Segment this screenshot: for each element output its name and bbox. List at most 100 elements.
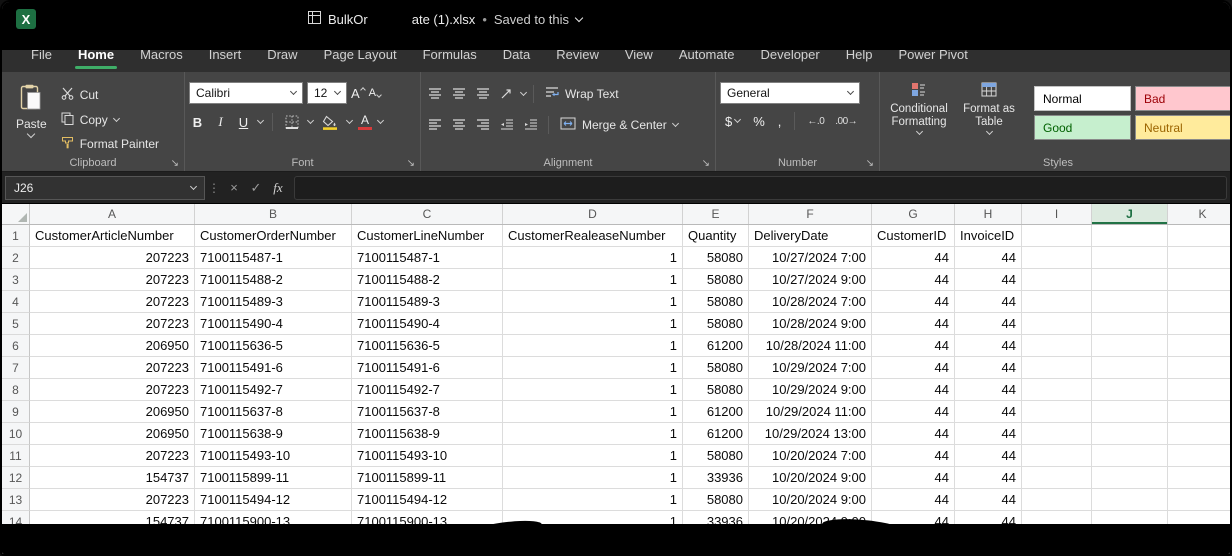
paste-button[interactable]: Paste <box>6 78 57 155</box>
cell-H3[interactable]: 44 <box>955 269 1022 291</box>
cell-K6[interactable] <box>1168 335 1230 357</box>
cell-H8[interactable]: 44 <box>955 379 1022 401</box>
cell-C5[interactable]: 7100115490-4 <box>352 313 503 335</box>
cell-C1[interactable]: CustomerLineNumber <box>352 225 503 247</box>
cell-G8[interactable]: 44 <box>872 379 955 401</box>
font-color-button[interactable]: A <box>358 114 372 130</box>
cell-F6[interactable]: 10/28/2024 11:00 <box>749 335 872 357</box>
underline-dropdown-icon[interactable] <box>257 117 264 124</box>
cell-D12[interactable]: 1 <box>503 467 683 489</box>
cell-I5[interactable] <box>1022 313 1092 335</box>
cell-J10[interactable] <box>1092 423 1168 445</box>
cell-B10[interactable]: 7100115638-9 <box>195 423 352 445</box>
cell-F8[interactable]: 10/29/2024 9:00 <box>749 379 872 401</box>
decrease-decimal-button[interactable]: .00→ <box>833 116 859 127</box>
cell-J4[interactable] <box>1092 291 1168 313</box>
ribbon-tab-macros[interactable]: Macros <box>127 36 196 72</box>
align-bottom-button[interactable] <box>473 84 493 104</box>
cell-H4[interactable]: 44 <box>955 291 1022 313</box>
fill-color-button[interactable] <box>319 112 341 132</box>
cell-F10[interactable]: 10/29/2024 13:00 <box>749 423 872 445</box>
cell-B8[interactable]: 7100115492-7 <box>195 379 352 401</box>
paste-dropdown-icon[interactable] <box>27 130 35 138</box>
cell-J7[interactable] <box>1092 357 1168 379</box>
ribbon-tab-help[interactable]: Help <box>833 36 886 72</box>
number-dialog-launcher[interactable]: ↘ <box>866 159 874 169</box>
cell-H12[interactable]: 44 <box>955 467 1022 489</box>
cell-F1[interactable]: DeliveryDate <box>749 225 872 247</box>
cell-I12[interactable] <box>1022 467 1092 489</box>
decrease-font-size-button[interactable]: A <box>369 87 381 99</box>
column-header-I[interactable]: I <box>1022 204 1092 224</box>
cell-I14[interactable] <box>1022 511 1092 533</box>
column-header-H[interactable]: H <box>955 204 1022 224</box>
cell-A6[interactable]: 206950 <box>30 335 195 357</box>
cell-K1[interactable] <box>1168 225 1230 247</box>
insert-function-button[interactable]: fx <box>267 180 289 196</box>
ribbon-tab-insert[interactable]: Insert <box>196 36 255 72</box>
cell-I9[interactable] <box>1022 401 1092 423</box>
cell-C3[interactable]: 7100115488-2 <box>352 269 503 291</box>
enter-button[interactable]: ✓ <box>245 180 267 196</box>
cell-K12[interactable] <box>1168 467 1230 489</box>
increase-decimal-button[interactable]: ←.0 <box>805 116 826 127</box>
row-header-8[interactable]: 8 <box>2 379 30 401</box>
borders-button[interactable] <box>282 112 302 132</box>
row-header-13[interactable]: 13 <box>2 489 30 511</box>
cell-J13[interactable] <box>1092 489 1168 511</box>
cell-D11[interactable]: 1 <box>503 445 683 467</box>
cell-A12[interactable]: 154737 <box>30 467 195 489</box>
cell-H2[interactable]: 44 <box>955 247 1022 269</box>
cell-style-bad[interactable]: Bad <box>1135 86 1232 111</box>
row-header-5[interactable]: 5 <box>2 313 30 335</box>
cell-K4[interactable] <box>1168 291 1230 313</box>
fill-color-dropdown-icon[interactable] <box>346 117 353 124</box>
format-painter-button[interactable]: Format Painter <box>57 133 163 155</box>
search-box[interactable] <box>852 6 1084 31</box>
cell-style-normal[interactable]: Normal <box>1034 86 1131 111</box>
font-name-select[interactable]: Calibri <box>189 82 303 104</box>
cell-C10[interactable]: 7100115638-9 <box>352 423 503 445</box>
cell-D5[interactable]: 1 <box>503 313 683 335</box>
cell-G10[interactable]: 44 <box>872 423 955 445</box>
cell-K3[interactable] <box>1168 269 1230 291</box>
cell-D7[interactable]: 1 <box>503 357 683 379</box>
cell-F7[interactable]: 10/29/2024 7:00 <box>749 357 872 379</box>
row-header-1[interactable]: 1 <box>2 225 30 247</box>
cell-B14[interactable]: 7100115900-13 <box>195 511 352 533</box>
row-header-9[interactable]: 9 <box>2 401 30 423</box>
cell-G4[interactable]: 44 <box>872 291 955 313</box>
row-header-3[interactable]: 3 <box>2 269 30 291</box>
cell-G2[interactable]: 44 <box>872 247 955 269</box>
row-header-10[interactable]: 10 <box>2 423 30 445</box>
cell-I7[interactable] <box>1022 357 1092 379</box>
bold-button[interactable]: B <box>189 115 206 130</box>
percent-style-button[interactable]: % <box>750 114 768 129</box>
cell-C4[interactable]: 7100115489-3 <box>352 291 503 313</box>
cell-B2[interactable]: 7100115487-1 <box>195 247 352 269</box>
increase-font-size-button[interactable]: A <box>351 86 365 101</box>
cell-J6[interactable] <box>1092 335 1168 357</box>
italic-button[interactable]: I <box>212 114 229 130</box>
cell-style-good[interactable]: Good <box>1034 115 1131 140</box>
clipboard-dialog-launcher[interactable]: ↘ <box>171 159 179 169</box>
cell-F11[interactable]: 10/20/2024 7:00 <box>749 445 872 467</box>
cell-E6[interactable]: 61200 <box>683 335 749 357</box>
cell-K5[interactable] <box>1168 313 1230 335</box>
cell-B11[interactable]: 7100115493-10 <box>195 445 352 467</box>
row-header-2[interactable]: 2 <box>2 247 30 269</box>
ribbon-tab-power-pivot[interactable]: Power Pivot <box>885 36 980 72</box>
cell-H13[interactable]: 44 <box>955 489 1022 511</box>
cell-K13[interactable] <box>1168 489 1230 511</box>
align-left-button[interactable] <box>425 115 445 135</box>
cell-E10[interactable]: 61200 <box>683 423 749 445</box>
cell-I8[interactable] <box>1022 379 1092 401</box>
cell-E13[interactable]: 58080 <box>683 489 749 511</box>
align-top-button[interactable] <box>425 84 445 104</box>
cell-A5[interactable]: 207223 <box>30 313 195 335</box>
column-header-K[interactable]: K <box>1168 204 1230 224</box>
cell-K7[interactable] <box>1168 357 1230 379</box>
cell-I11[interactable] <box>1022 445 1092 467</box>
decrease-indent-button[interactable] <box>497 115 517 135</box>
name-box[interactable]: J26 <box>5 176 205 200</box>
